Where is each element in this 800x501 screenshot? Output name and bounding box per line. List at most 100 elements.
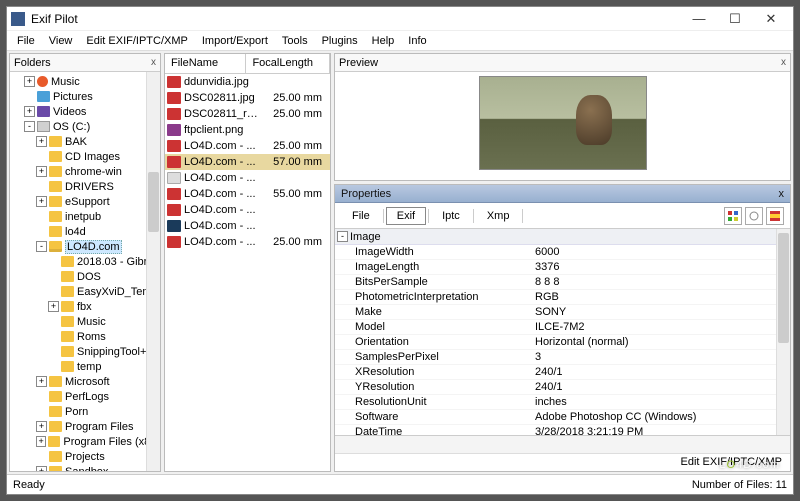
tree-item[interactable]: SnippingTool++ bbox=[10, 344, 160, 359]
collapse-icon[interactable]: - bbox=[24, 121, 35, 132]
tree-item[interactable]: -LO4D.com bbox=[10, 239, 160, 254]
file-row[interactable]: ftpclient.png bbox=[165, 122, 330, 138]
tree-item[interactable]: 2018.03 - Gibral bbox=[10, 254, 160, 269]
tree-item[interactable]: +Sandbox bbox=[10, 464, 160, 471]
minimize-button[interactable]: — bbox=[681, 8, 717, 30]
tree-item[interactable]: +Microsoft bbox=[10, 374, 160, 389]
file-row[interactable]: LO4D.com - ... bbox=[165, 170, 330, 186]
collapse-icon[interactable]: - bbox=[36, 241, 47, 252]
expand-icon[interactable]: + bbox=[36, 376, 47, 387]
property-row[interactable]: ResolutionUnitinches bbox=[335, 395, 790, 410]
tree-item[interactable]: Projects bbox=[10, 449, 160, 464]
tree-item[interactable]: +BAK bbox=[10, 134, 160, 149]
tab-xmp[interactable]: Xmp bbox=[476, 207, 521, 225]
property-row[interactable]: OrientationHorizontal (normal) bbox=[335, 335, 790, 350]
expand-icon[interactable]: + bbox=[24, 106, 35, 117]
toolbtn-grid-icon[interactable] bbox=[724, 207, 742, 225]
tab-iptc[interactable]: Iptc bbox=[431, 207, 471, 225]
file-row[interactable]: LO4D.com - ...25.00 mm bbox=[165, 234, 330, 250]
expand-icon[interactable]: + bbox=[36, 421, 47, 432]
property-list[interactable]: -ImageImageWidth6000ImageLength3376BitsP… bbox=[335, 229, 790, 435]
file-row[interactable]: DSC02811.jpg25.00 mm bbox=[165, 90, 330, 106]
tree-item[interactable]: DRIVERS bbox=[10, 179, 160, 194]
menu-file[interactable]: File bbox=[11, 33, 41, 49]
tree-item[interactable]: +Videos bbox=[10, 104, 160, 119]
menu-edit-exif[interactable]: Edit EXIF/IPTC/XMP bbox=[80, 33, 193, 49]
tree-item[interactable]: Roms bbox=[10, 329, 160, 344]
titlebar[interactable]: Exif Pilot — ☐ ✕ bbox=[7, 7, 793, 31]
property-row[interactable]: ModelILCE-7M2 bbox=[335, 320, 790, 335]
properties-close-icon[interactable]: x bbox=[779, 188, 785, 200]
property-row[interactable]: XResolution240/1 bbox=[335, 365, 790, 380]
tree-scroll-thumb[interactable] bbox=[148, 172, 159, 232]
tree-item[interactable]: lo4d bbox=[10, 224, 160, 239]
file-row[interactable]: LO4D.com - ...57.00 mm bbox=[165, 154, 330, 170]
file-row[interactable]: LO4D.com - ...55.00 mm bbox=[165, 186, 330, 202]
edit-exif-link[interactable]: Edit EXIF/IPTC/XMP bbox=[681, 456, 782, 468]
menu-view[interactable]: View bbox=[43, 33, 79, 49]
expand-icon[interactable]: + bbox=[48, 301, 59, 312]
tree-item[interactable]: Music bbox=[10, 314, 160, 329]
tree-item[interactable]: +eSupport bbox=[10, 194, 160, 209]
props-scroll-thumb[interactable] bbox=[778, 233, 789, 343]
menu-import-export[interactable]: Import/Export bbox=[196, 33, 274, 49]
property-key: BitsPerSample bbox=[335, 276, 535, 288]
property-row[interactable]: ImageLength3376 bbox=[335, 260, 790, 275]
expand-icon[interactable]: + bbox=[36, 196, 47, 207]
file-row[interactable]: DSC02811_re...25.00 mm bbox=[165, 106, 330, 122]
property-row[interactable]: PhotometricInterpretationRGB bbox=[335, 290, 790, 305]
tree-item[interactable]: +Program Files (x86) bbox=[10, 434, 160, 449]
column-focallength[interactable]: FocalLength bbox=[246, 54, 330, 73]
file-row[interactable]: LO4D.com - ...25.00 mm bbox=[165, 138, 330, 154]
menu-plugins[interactable]: Plugins bbox=[316, 33, 364, 49]
tree-item[interactable]: DOS bbox=[10, 269, 160, 284]
expand-icon[interactable]: + bbox=[24, 76, 35, 87]
tree-item[interactable]: CD Images bbox=[10, 149, 160, 164]
property-group[interactable]: -Image bbox=[335, 229, 790, 245]
tree-item[interactable]: +Music bbox=[10, 74, 160, 89]
menu-info[interactable]: Info bbox=[402, 33, 432, 49]
property-row[interactable]: SamplesPerPixel3 bbox=[335, 350, 790, 365]
filelist-body[interactable]: ddunvidia.jpgDSC02811.jpg25.00 mmDSC0281… bbox=[165, 74, 330, 471]
tree-item[interactable]: +Program Files bbox=[10, 419, 160, 434]
tab-file[interactable]: File bbox=[341, 207, 381, 225]
tree-item[interactable]: -OS (C:) bbox=[10, 119, 160, 134]
expand-icon[interactable]: + bbox=[36, 166, 47, 177]
folders-close-icon[interactable]: x bbox=[151, 57, 156, 68]
expand-icon[interactable]: + bbox=[36, 136, 47, 147]
tab-exif[interactable]: Exif bbox=[386, 207, 426, 225]
file-row[interactable]: ddunvidia.jpg bbox=[165, 74, 330, 90]
file-row[interactable]: LO4D.com - ... bbox=[165, 202, 330, 218]
toolbtn-globe-icon[interactable] bbox=[745, 207, 763, 225]
expand-icon[interactable]: + bbox=[36, 436, 46, 447]
folder-tree[interactable]: +MusicPictures+Videos-OS (C:)+BAKCD Imag… bbox=[10, 72, 160, 471]
tree-item[interactable]: PerfLogs bbox=[10, 389, 160, 404]
toolbtn-flag-icon[interactable] bbox=[766, 207, 784, 225]
tree-item[interactable]: Pictures bbox=[10, 89, 160, 104]
property-row[interactable]: YResolution240/1 bbox=[335, 380, 790, 395]
property-row[interactable]: DateTime3/28/2018 3:21:19 PM bbox=[335, 425, 790, 435]
collapse-icon[interactable]: - bbox=[337, 231, 348, 242]
column-filename[interactable]: FileName bbox=[165, 54, 246, 73]
tree-item[interactable]: Porn bbox=[10, 404, 160, 419]
app-window: Exif Pilot — ☐ ✕ File View Edit EXIF/IPT… bbox=[6, 6, 794, 495]
preview-close-icon[interactable]: x bbox=[781, 57, 786, 68]
property-row[interactable]: SoftwareAdobe Photoshop CC (Windows) bbox=[335, 410, 790, 425]
menu-tools[interactable]: Tools bbox=[276, 33, 314, 49]
tree-item[interactable]: EasyXviD_Temp bbox=[10, 284, 160, 299]
props-scrollbar[interactable] bbox=[776, 229, 790, 435]
close-button[interactable]: ✕ bbox=[753, 8, 789, 30]
tree-scrollbar[interactable] bbox=[146, 72, 160, 471]
tree-item[interactable]: temp bbox=[10, 359, 160, 374]
property-row[interactable]: ImageWidth6000 bbox=[335, 245, 790, 260]
tree-item[interactable]: +fbx bbox=[10, 299, 160, 314]
expand-icon[interactable]: + bbox=[36, 466, 47, 471]
tree-item[interactable]: inetpub bbox=[10, 209, 160, 224]
file-row[interactable]: LO4D.com - ... bbox=[165, 218, 330, 234]
status-file-count-label: Number of Files: bbox=[692, 479, 773, 491]
tree-item[interactable]: +chrome-win bbox=[10, 164, 160, 179]
property-row[interactable]: MakeSONY bbox=[335, 305, 790, 320]
maximize-button[interactable]: ☐ bbox=[717, 8, 753, 30]
menu-help[interactable]: Help bbox=[366, 33, 401, 49]
property-row[interactable]: BitsPerSample8 8 8 bbox=[335, 275, 790, 290]
